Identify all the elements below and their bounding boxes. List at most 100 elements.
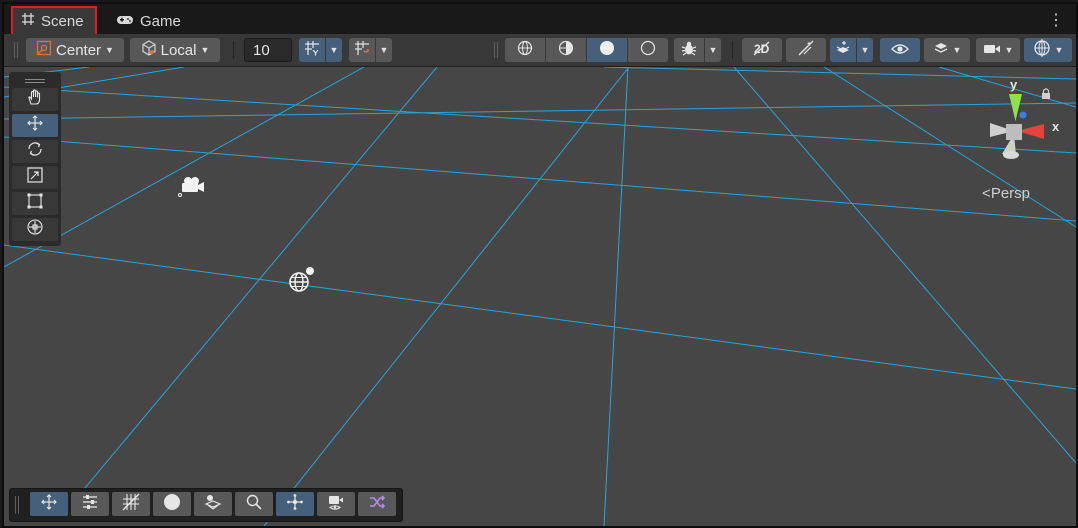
node-graph-icon	[286, 493, 304, 516]
rotate-icon	[26, 140, 44, 163]
rect-transform-icon	[26, 192, 44, 215]
axis-y-label: y	[1010, 77, 1018, 92]
chevron-down-icon: ▼	[860, 45, 870, 55]
rotate-tool-button[interactable]	[12, 140, 58, 163]
more-options-icon[interactable]: ⋮	[1048, 10, 1064, 30]
scene-effects-button[interactable]	[830, 38, 856, 62]
scene-camera-dropdown[interactable]: ▼	[976, 38, 1020, 62]
scene-effects-dropdown[interactable]: ▼	[857, 38, 873, 62]
grid-snap-dropdown[interactable]: ▼	[376, 38, 392, 62]
wireframe-shading-button[interactable]	[505, 38, 545, 62]
shading-overlay-button[interactable]	[153, 492, 191, 516]
shaded-wireframe-button[interactable]	[546, 38, 586, 62]
chevron-down-icon: ▼	[708, 45, 718, 55]
grid-snapping-overlay-button[interactable]	[112, 492, 150, 516]
chevron-down-icon: ▼	[952, 45, 962, 55]
gizmos-globe-icon	[1033, 39, 1051, 61]
search-icon	[245, 493, 263, 516]
wireframe-sphere-icon	[517, 40, 533, 60]
shuffle-overlay-button[interactable]	[358, 492, 396, 516]
pivot-mode-dropdown[interactable]: Center ▼	[26, 38, 124, 62]
chevron-down-icon: ▼	[1004, 45, 1014, 55]
layers-effects-icon	[835, 40, 851, 60]
shaded-wireframe-sphere-icon	[558, 40, 574, 60]
move-tool-button[interactable]	[12, 114, 58, 137]
search-overlay-button[interactable]	[235, 492, 273, 516]
hand-icon	[26, 88, 44, 111]
unlit-button[interactable]	[628, 38, 668, 62]
grid-snap-icon	[354, 40, 370, 60]
toolbar-grip-icon[interactable]	[15, 496, 19, 514]
layers-icon	[933, 40, 949, 60]
toggle-lighting-button[interactable]	[786, 38, 826, 62]
probuilder-overlay-button[interactable]	[194, 492, 232, 516]
layered-shapes-icon	[204, 493, 222, 516]
pivot-mode-label: Center	[56, 41, 102, 59]
lighting-off-icon	[798, 40, 814, 60]
projection-label: Persp	[990, 185, 1030, 202]
unlit-sphere-icon	[640, 40, 656, 60]
debug-draw-mode-dropdown[interactable]: ▼	[705, 38, 721, 62]
grid-size-input[interactable]: 10	[244, 38, 292, 62]
perspective-chevron-icon: <	[982, 185, 991, 202]
gizmos-dropdown[interactable]: ▼	[1024, 38, 1072, 62]
camera-preview-overlay-button[interactable]	[317, 492, 355, 516]
bug-icon	[681, 40, 697, 60]
grid-snap-button[interactable]	[349, 38, 375, 62]
eye-icon	[891, 42, 909, 59]
gamepad-icon	[116, 13, 134, 30]
scene-toolbar: Center ▼ Local ▼ 10 ▼ ▼ ▼ ▼ ▼ ▼ ▼	[4, 34, 1076, 67]
pivot-rotation-label: Local	[160, 41, 197, 59]
view-tool-button[interactable]	[12, 88, 58, 111]
camera-eye-icon	[327, 493, 345, 516]
shaded-sphere-icon	[599, 40, 615, 60]
toolbar-grip-icon[interactable]	[494, 42, 498, 58]
tab-scene[interactable]: Scene	[11, 6, 97, 34]
debug-draw-mode-button[interactable]	[674, 38, 704, 62]
projection-toggle[interactable]: <Persp	[982, 185, 1030, 202]
grid-axis-icon	[304, 40, 320, 60]
tab-scene-label: Scene	[41, 12, 84, 30]
scene-window: Scene Game ⋮ Center ▼ Local ▼ 10 ▼ ▼ ▼ ▼…	[2, 2, 1078, 528]
chevron-down-icon: ▼	[379, 45, 389, 55]
transform-all-icon	[26, 218, 44, 241]
grid-size-value: 10	[253, 41, 270, 59]
lock-icon[interactable]	[1040, 87, 1052, 105]
toolbar-divider	[732, 41, 733, 59]
sphere-icon	[163, 493, 181, 516]
tab-bar: Scene Game ⋮	[4, 4, 1076, 34]
pivot-rotation-dropdown[interactable]: Local ▼	[130, 38, 220, 62]
navigation-overlay-button[interactable]	[276, 492, 314, 516]
overlay-toolbar	[9, 488, 403, 522]
scale-tool-button[interactable]	[12, 166, 58, 189]
shuffle-icon	[368, 493, 386, 516]
move-arrows-icon	[26, 114, 44, 137]
toolbar-divider	[233, 41, 234, 59]
tool-settings-button[interactable]	[71, 492, 109, 516]
shaded-button[interactable]	[587, 38, 627, 62]
chevron-down-icon: ▼	[329, 45, 339, 55]
scale-icon	[26, 166, 44, 189]
scene-visibility-button[interactable]	[880, 38, 920, 62]
transform-tool-button[interactable]	[12, 218, 58, 241]
grid-visibility-dropdown[interactable]: ▼	[326, 38, 342, 62]
transform-tools-panel	[9, 72, 61, 246]
scene-viewport[interactable]: y x <Persp	[4, 67, 1076, 526]
panel-grip-icon[interactable]	[12, 74, 58, 88]
move-arrows-icon	[40, 493, 58, 516]
rect-tool-button[interactable]	[12, 192, 58, 215]
move-overlay-button[interactable]	[30, 492, 68, 516]
tab-game[interactable]: Game	[108, 8, 198, 34]
layers-dropdown[interactable]: ▼	[924, 38, 970, 62]
local-cube-icon	[141, 40, 157, 60]
toolbar-grip-icon[interactable]	[14, 42, 18, 58]
light-globe-gizmo-icon[interactable]	[287, 266, 317, 301]
2d-mode-icon: 2D	[753, 40, 771, 60]
toggle-2d-button[interactable]: 2D	[742, 38, 782, 62]
axis-x-label: x	[1052, 119, 1060, 134]
pivot-center-icon	[36, 40, 52, 60]
grid-visibility-button[interactable]	[299, 38, 325, 62]
tab-game-label: Game	[140, 12, 181, 30]
camera-gizmo-icon[interactable]	[176, 172, 206, 203]
scene-grid	[4, 67, 1076, 526]
